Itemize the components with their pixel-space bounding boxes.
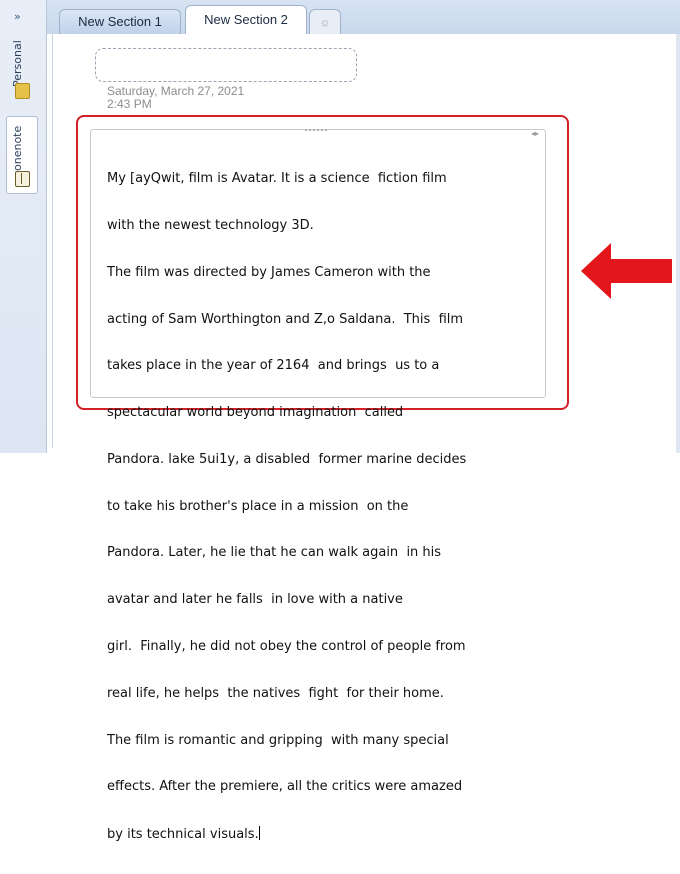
notebook-yellow-icon bbox=[15, 83, 30, 99]
page-date: Saturday, March 27, 2021 bbox=[107, 84, 245, 98]
note-line: Pandora. Later, he lie that he can walk … bbox=[107, 545, 442, 561]
note-line: with the newest technology 3D. bbox=[107, 217, 314, 233]
page-time: 2:43 PM bbox=[107, 97, 152, 111]
notebook-personal[interactable]: Personal bbox=[6, 32, 38, 106]
note-line: real life, he helps the natives fight fo… bbox=[107, 685, 444, 701]
notebook-label: onenote bbox=[11, 125, 24, 171]
note-container[interactable]: ◂▸ My [ayQwit, film is Avatar. It is a s… bbox=[90, 129, 546, 842]
note-move-handle[interactable] bbox=[305, 129, 327, 135]
note-line: to take his brother's place in a mission… bbox=[107, 498, 409, 514]
notebook-book-icon bbox=[15, 171, 30, 187]
note-line: The film is romantic and gripping with m… bbox=[107, 732, 449, 748]
tab-new-section-1[interactable]: New Section 1 bbox=[59, 9, 181, 34]
note-body[interactable]: My [ayQwit, film is Avatar. It is a scie… bbox=[107, 140, 537, 874]
section-tab-bar: New Section 1 New Section 2 ☼ bbox=[47, 0, 680, 35]
note-line-last: by its technical visuals. bbox=[107, 826, 537, 843]
notebook-pane: » Personal onenote bbox=[0, 0, 47, 453]
notebook-label: Personal bbox=[11, 40, 24, 87]
page-scroll-edge bbox=[676, 34, 680, 453]
note-line: avatar and later he falls in love with a… bbox=[107, 592, 403, 608]
notebook-onenote[interactable]: onenote bbox=[6, 116, 38, 194]
note-line: effects. After the premiere, all the cri… bbox=[107, 779, 463, 795]
note-resize-icon[interactable]: ◂▸ bbox=[531, 129, 539, 138]
note-line: Pandora. lake 5ui1y, a disabled former m… bbox=[107, 451, 467, 467]
note-line: girl. Finally, he did not obey the contr… bbox=[107, 639, 466, 654]
page-title-field[interactable] bbox=[95, 48, 357, 82]
note-line: My [ayQwit, film is Avatar. It is a scie… bbox=[107, 171, 447, 187]
collapse-notebooks-icon[interactable]: » bbox=[14, 10, 21, 23]
page-canvas[interactable]: Saturday, March 27, 2021 2:43 PM ◂▸ My [… bbox=[52, 34, 677, 842]
note-line: acting of Sam Worthington and Z,o Saldan… bbox=[107, 311, 464, 327]
text-cursor bbox=[258, 826, 260, 841]
note-line: The film was directed by James Cameron w… bbox=[107, 264, 431, 280]
note-line: takes place in the year of 2164 and brin… bbox=[107, 358, 440, 374]
red-arrow-icon bbox=[581, 243, 672, 299]
note-line: spectacular world beyond imagination cal… bbox=[107, 405, 404, 421]
tab-new-section-2[interactable]: New Section 2 bbox=[185, 5, 307, 35]
note-line: by its technical visuals. bbox=[107, 827, 259, 843]
new-section-icon[interactable]: ☼ bbox=[309, 9, 341, 34]
